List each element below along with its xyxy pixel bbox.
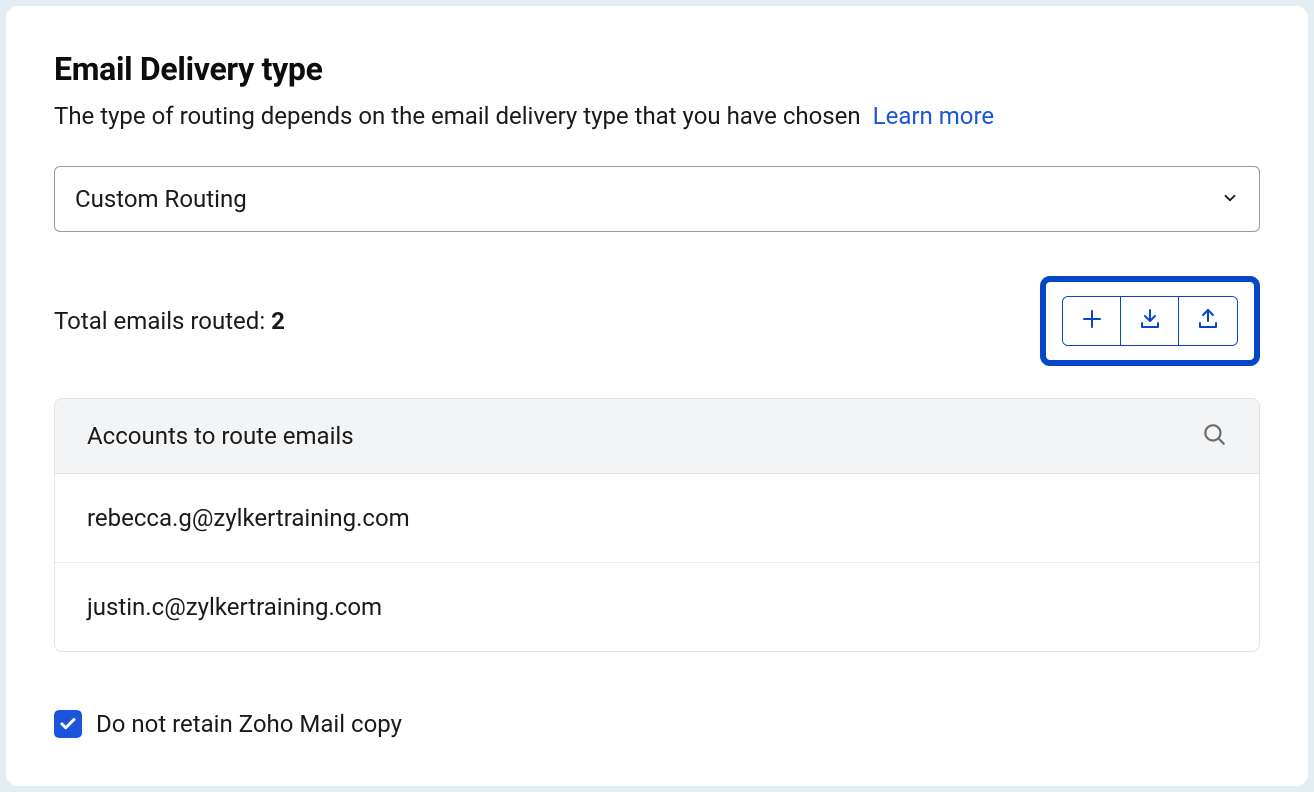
add-button[interactable]: [1063, 297, 1121, 345]
table-header: Accounts to route emails: [55, 399, 1259, 474]
subtitle-row: The type of routing depends on the email…: [54, 100, 1260, 134]
export-button[interactable]: [1179, 297, 1237, 345]
toolbar-row: Total emails routed: 2: [54, 276, 1260, 366]
page-title: Email Delivery type: [54, 50, 1260, 88]
delivery-type-select-wrap: Custom Routing: [54, 166, 1260, 232]
retain-copy-label: Do not retain Zoho Mail copy: [96, 710, 402, 738]
total-label-text: Total emails routed:: [54, 307, 271, 335]
search-icon[interactable]: [1201, 421, 1227, 451]
import-button[interactable]: [1121, 297, 1179, 345]
table-row[interactable]: justin.c@zylkertraining.com: [55, 563, 1259, 651]
chevron-down-icon: [1221, 185, 1239, 213]
table-header-label: Accounts to route emails: [87, 422, 354, 450]
page-subtitle: The type of routing depends on the email…: [54, 100, 861, 134]
delivery-type-select[interactable]: Custom Routing: [54, 166, 1260, 232]
settings-card: Email Delivery type The type of routing …: [6, 6, 1308, 786]
total-emails-label: Total emails routed: 2: [54, 307, 285, 335]
action-group-highlight: [1040, 276, 1260, 366]
retain-copy-option[interactable]: Do not retain Zoho Mail copy: [54, 710, 1260, 738]
learn-more-link[interactable]: Learn more: [873, 102, 994, 130]
export-icon: [1196, 307, 1220, 334]
plus-icon: [1080, 307, 1104, 334]
table-row[interactable]: rebecca.g@zylkertraining.com: [55, 474, 1259, 563]
import-icon: [1138, 307, 1162, 334]
retain-copy-checkbox[interactable]: [54, 710, 82, 738]
accounts-table: Accounts to route emails rebecca.g@zylke…: [54, 398, 1260, 652]
action-button-group: [1062, 296, 1238, 346]
select-value: Custom Routing: [75, 185, 247, 213]
total-count: 2: [271, 307, 285, 335]
